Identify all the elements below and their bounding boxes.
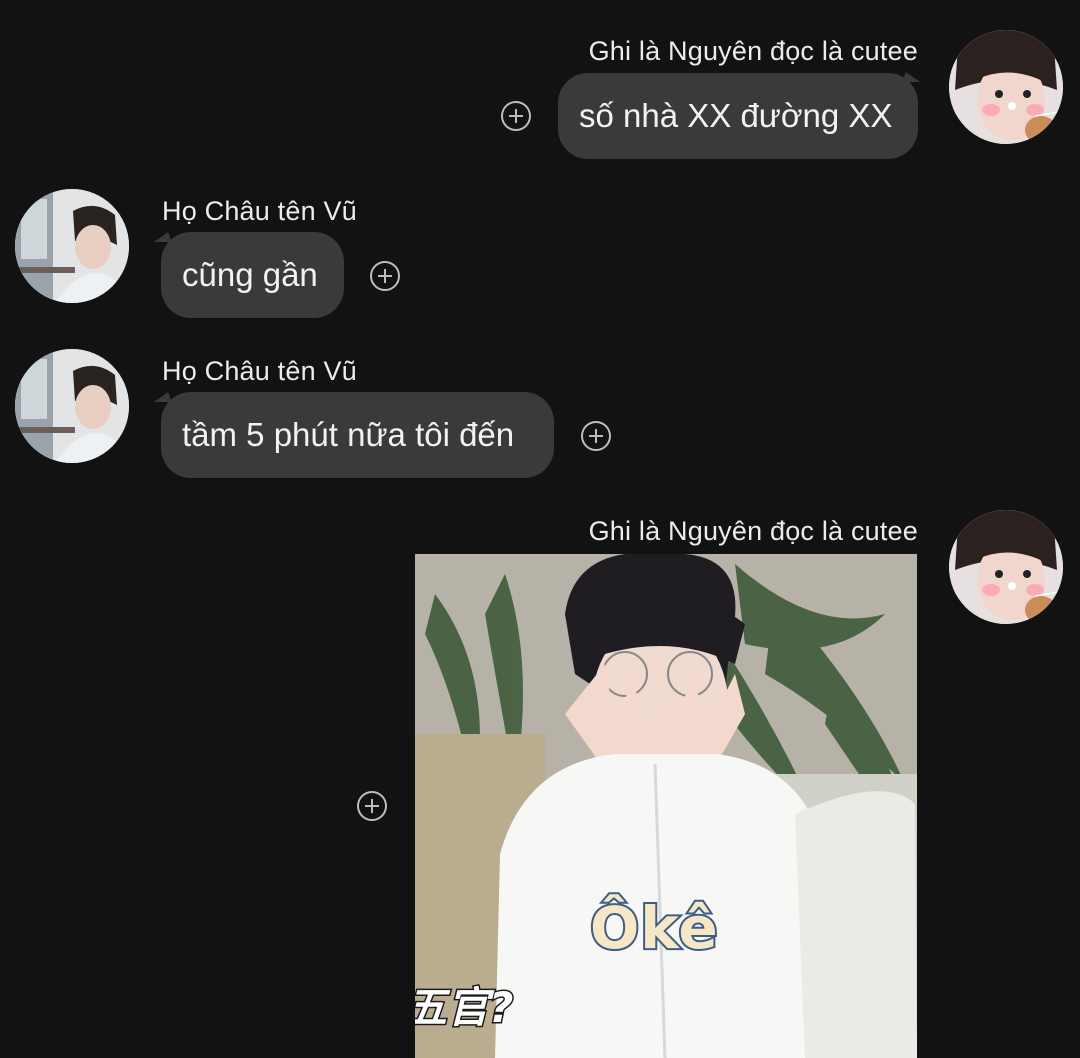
message-bubble[interactable]: cũng gần [161,232,344,318]
bubble-tail [902,72,924,82]
bubble-tail [150,232,172,242]
avatar[interactable] [949,510,1063,624]
message-text: cũng gần [182,256,318,293]
sender-name: Họ Châu tên Vũ [162,196,357,226]
plus-circle-icon[interactable] [581,421,611,451]
bubble-tail [150,392,172,402]
sticker-image[interactable]: Ôkê 五官? [415,554,917,1058]
message-bubble[interactable]: tầm 5 phút nữa tôi đến [161,392,554,478]
sender-name: Họ Châu tên Vũ [162,356,357,386]
plus-circle-icon[interactable] [370,261,400,291]
message-text: tầm 5 phút nữa tôi đến [182,416,515,453]
plus-circle-icon[interactable] [501,101,531,131]
sticker-text: Ôkê [588,892,720,964]
avatar[interactable] [949,30,1063,144]
chat-thread: Ghi là Nguyên đọc là cutee số nhà XX đườ… [0,0,1080,1058]
sender-name: Ghi là Nguyên đọc là cutee [588,516,918,546]
message-bubble[interactable]: số nhà XX đường XX [558,73,918,159]
message-text: số nhà XX đường XX [579,97,893,134]
avatar[interactable] [15,189,129,303]
sticker-caption: 五官? [415,982,515,1034]
avatar[interactable] [15,349,129,463]
plus-circle-icon[interactable] [357,791,387,821]
sender-name: Ghi là Nguyên đọc là cutee [588,36,918,66]
